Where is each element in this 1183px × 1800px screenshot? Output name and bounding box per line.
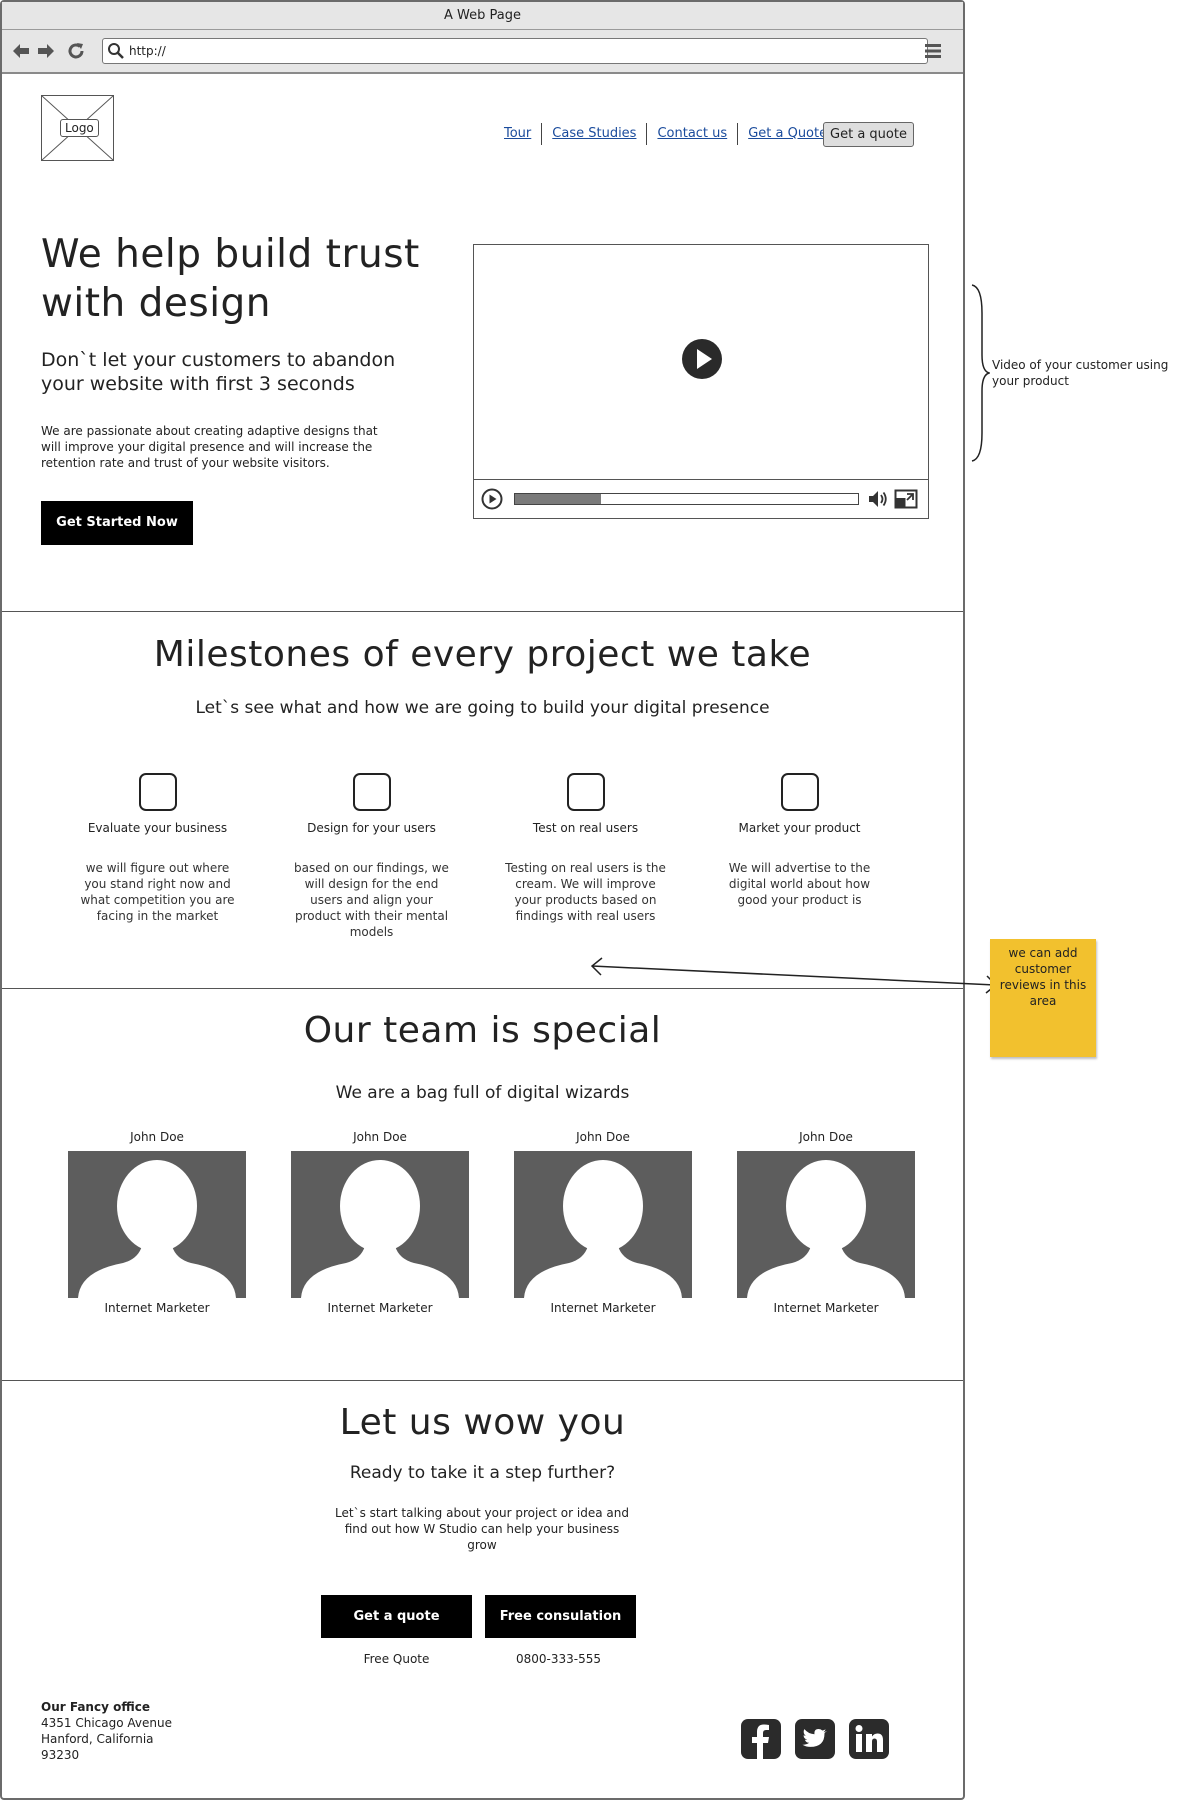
- phone-caption: 0800-333-555: [515, 1652, 601, 1666]
- reload-icon[interactable]: [65, 40, 87, 62]
- milestones-title: Milestones of every project we take: [153, 634, 812, 675]
- hero-title: We help build trust with design: [41, 230, 461, 328]
- wow-subtitle: Ready to take it a step further?: [349, 1463, 616, 1483]
- milestone-item: Evaluate your business we will figure ou…: [70, 773, 245, 924]
- linkedin-icon[interactable]: [848, 1718, 890, 1760]
- section-divider: [2, 1380, 963, 1381]
- browser-window: A Web Page http:// Logo Tour Case Studie…: [0, 0, 965, 1800]
- get-a-quote-button[interactable]: Get a quote: [321, 1595, 472, 1638]
- member-name: John Doe: [353, 1130, 407, 1144]
- milestones-subtitle: Let`s see what and how we are going to b…: [195, 698, 770, 718]
- play-icon[interactable]: [681, 338, 723, 380]
- address-bar[interactable]: http://: [102, 38, 928, 64]
- logo-label: Logo: [60, 119, 99, 137]
- member-role: Internet Marketer: [327, 1301, 433, 1315]
- hero-subtitle: Don`t let your customers to abandon your…: [41, 348, 421, 396]
- avatar: [737, 1151, 915, 1298]
- team-member-card: John Doe Internet Marketer: [737, 1129, 915, 1316]
- avatar: [291, 1151, 469, 1298]
- section-divider: [2, 611, 963, 612]
- search-icon: [108, 43, 124, 59]
- back-arrow-icon[interactable]: [10, 40, 32, 62]
- avatar: [514, 1151, 692, 1298]
- milestone-description: We will advertise to the digital world a…: [728, 861, 871, 907]
- quote-caption: Free Quote: [363, 1652, 430, 1666]
- member-name: John Doe: [799, 1130, 853, 1144]
- person-silhouette-icon: [301, 1160, 459, 1298]
- volume-icon[interactable]: [867, 488, 889, 510]
- curly-brace-icon: [971, 284, 990, 462]
- milestone-title: Market your product: [738, 821, 861, 835]
- free-consultation-button[interactable]: Free consulation: [485, 1595, 636, 1638]
- sticky-note: we can add customer reviews in this area: [990, 939, 1096, 1057]
- checkbox-icon: [566, 773, 605, 811]
- milestone-item: Test on real users Testing on real users…: [498, 773, 673, 924]
- nav-link-contact-us[interactable]: Contact us: [647, 124, 737, 144]
- checkbox-icon: [780, 773, 819, 811]
- video-progress-bar[interactable]: [514, 493, 859, 505]
- fullscreen-icon[interactable]: [894, 488, 918, 510]
- facebook-icon[interactable]: [740, 1718, 782, 1760]
- hamburger-menu-icon[interactable]: [924, 42, 942, 60]
- milestone-description: Testing on real users is the cream. We w…: [505, 861, 666, 923]
- milestone-item: Design for your users based on our findi…: [284, 773, 459, 940]
- hero-subtitle-line: Don`t let your customers to abandon: [41, 349, 396, 371]
- section-divider: [2, 988, 963, 989]
- video-controls: [474, 479, 928, 518]
- video-progress-fill: [515, 494, 601, 504]
- person-silhouette-icon: [78, 1160, 236, 1298]
- play-small-icon[interactable]: [481, 488, 503, 510]
- browser-toolbar: http://: [2, 30, 963, 74]
- checkbox-icon: [138, 773, 177, 811]
- team-member-card: John Doe Internet Marketer: [68, 1129, 246, 1316]
- nav-link-tour[interactable]: Tour: [494, 124, 541, 144]
- address-line: 4351 Chicago Avenue: [41, 1716, 172, 1730]
- hero-description: We are passionate about creating adaptiv…: [41, 424, 378, 470]
- forward-arrow-icon[interactable]: [35, 40, 57, 62]
- video-annotation: Video of your customer using your produc…: [992, 358, 1169, 388]
- team-title: Our team is special: [303, 1010, 662, 1051]
- member-name: John Doe: [130, 1130, 184, 1144]
- wow-description: Let`s start talking about your project o…: [335, 1506, 629, 1552]
- url-text: http://: [129, 44, 166, 58]
- person-silhouette-icon: [524, 1160, 682, 1298]
- office-address: Our Fancy office 4351 Chicago Avenue Han…: [41, 1699, 172, 1763]
- twitter-icon[interactable]: [794, 1718, 836, 1760]
- member-role: Internet Marketer: [550, 1301, 656, 1315]
- member-name: John Doe: [576, 1130, 630, 1144]
- hero-subtitle-line: your website with first 3 seconds: [41, 373, 355, 395]
- avatar: [68, 1151, 246, 1298]
- milestone-title: Test on real users: [532, 821, 639, 835]
- get-started-button[interactable]: Get Started Now: [41, 501, 193, 545]
- person-silhouette-icon: [747, 1160, 905, 1298]
- member-role: Internet Marketer: [773, 1301, 879, 1315]
- window-title: A Web Page: [2, 2, 963, 30]
- hero-title-line: We help build trust: [41, 232, 420, 277]
- office-name: Our Fancy office: [41, 1700, 150, 1714]
- milestone-title: Evaluate your business: [87, 821, 228, 835]
- checkbox-icon: [352, 773, 391, 811]
- milestone-description: we will figure out where you stand right…: [80, 861, 235, 923]
- address-line: 93230: [41, 1748, 80, 1762]
- team-subtitle: We are a bag full of digital wizards: [335, 1083, 630, 1103]
- header-quote-button[interactable]: Get a quote: [823, 122, 914, 147]
- top-navigation: Tour Case Studies Contact us Get a Quote: [494, 122, 837, 146]
- video-player[interactable]: [473, 244, 929, 519]
- member-role: Internet Marketer: [104, 1301, 210, 1315]
- milestone-item: Market your product We will advertise to…: [712, 773, 887, 908]
- milestone-description: based on our findings, we will design fo…: [294, 861, 449, 939]
- team-member-card: John Doe Internet Marketer: [291, 1129, 469, 1316]
- logo-placeholder[interactable]: Logo: [41, 95, 114, 161]
- hero-title-line: with design: [41, 281, 272, 326]
- milestone-title: Design for your users: [307, 821, 436, 835]
- team-member-card: John Doe Internet Marketer: [514, 1129, 692, 1316]
- wow-title: Let us wow you: [339, 1402, 626, 1443]
- nav-link-case-studies[interactable]: Case Studies: [542, 124, 646, 144]
- address-line: Hanford, California: [41, 1732, 154, 1746]
